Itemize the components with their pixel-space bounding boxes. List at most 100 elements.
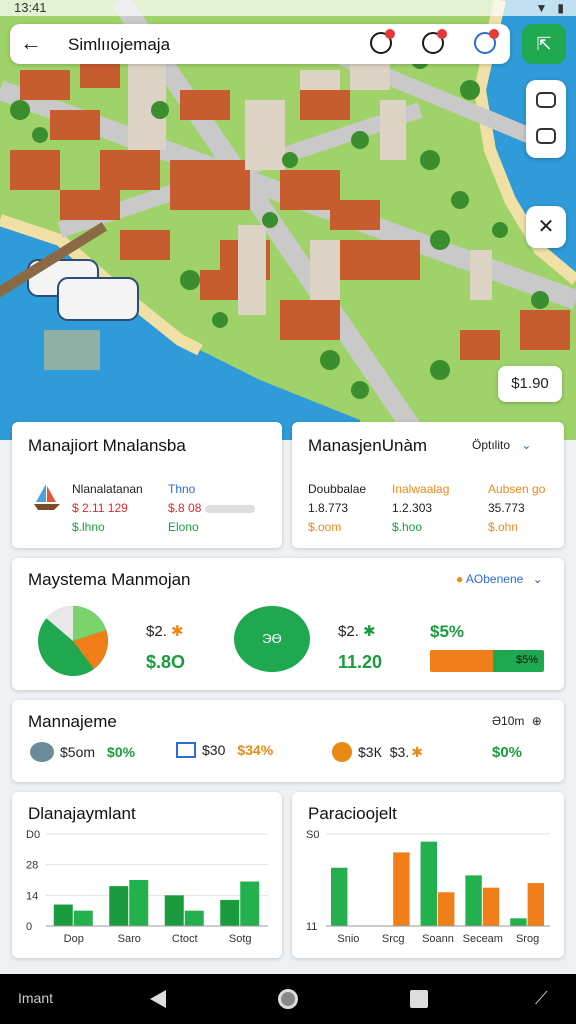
column-value: 1.8.773 xyxy=(308,501,349,515)
ring-chart: ЭӨ xyxy=(234,606,310,672)
assistant-icon[interactable]: ⟋ xyxy=(535,988,548,1009)
y-tick-label: 28 xyxy=(26,860,38,872)
bar xyxy=(393,852,410,926)
chart-title: Paracioojelt xyxy=(308,804,397,823)
bar xyxy=(240,881,260,926)
column-value: $.ohn xyxy=(488,520,519,534)
chart-card-right[interactable]: Paracioojelt 11 S0 Snio Srcg Soann Seceam Srog xyxy=(292,792,564,958)
pie-label: $2. xyxy=(146,623,167,640)
wifi-icon: ▼ xyxy=(535,1,548,15)
bar xyxy=(129,880,149,926)
bar-chart-right: 11 S0 Snio Srcg Soann Seceam Srog xyxy=(306,829,550,945)
bar xyxy=(73,910,93,926)
x-tick-label: Srcg xyxy=(382,933,405,945)
back-arrow-icon[interactable]: ← xyxy=(20,32,44,56)
price-badge[interactable]: $1.90 xyxy=(498,366,562,402)
bar xyxy=(527,883,544,926)
row-value: Thno xyxy=(168,482,196,496)
pie-chart xyxy=(36,604,110,683)
battery-icon: ▮ xyxy=(557,1,564,15)
bar xyxy=(184,910,204,926)
layers-icon[interactable] xyxy=(536,128,556,144)
card-title: Mannajeme xyxy=(28,712,117,731)
percent-value: $5% xyxy=(430,622,465,641)
card-title: Manajiort Mnalansba xyxy=(28,436,186,455)
column-header: Aubsen go xyxy=(488,482,546,496)
x-tick-label: Snio xyxy=(337,933,359,945)
x-tick-label: Seceam xyxy=(463,933,503,945)
column-header: Inalwaalag xyxy=(392,482,450,496)
close-button[interactable]: ✕ xyxy=(526,206,566,248)
bar xyxy=(53,904,73,926)
message-icon[interactable] xyxy=(536,92,556,108)
column-value: $.oom xyxy=(308,520,342,534)
close-icon: ✕ xyxy=(537,216,555,238)
bar xyxy=(220,899,240,926)
top-app-bar: ← Simlııojemaja xyxy=(10,24,510,64)
ship-icon xyxy=(30,480,64,514)
stats-card[interactable]: Mannajeme Ə10m ⊕ $5om $0% $30 $34% $3К $… xyxy=(12,700,564,782)
star-icon: ✱ xyxy=(171,623,184,640)
bar xyxy=(420,841,437,926)
ship-icon xyxy=(30,742,54,762)
bar xyxy=(482,887,500,926)
nav-recents-icon[interactable] xyxy=(410,990,428,1008)
category-icon: ● xyxy=(456,572,464,586)
management-card[interactable]: Manajiort Mnalansba Nlanalatanan $ 2.11 … xyxy=(12,422,282,548)
star-icon: ✱ xyxy=(363,623,376,640)
ring-label: ЭӨ xyxy=(262,631,282,646)
summary-card[interactable]: ManasjenUnàm Ö̈ptılito ⌄ Doubbalae 1.8.7… xyxy=(292,422,564,548)
column-value: $.hoo xyxy=(392,520,423,534)
status-time: 13:41 xyxy=(14,0,47,15)
x-tick-label: Sotg xyxy=(229,933,252,945)
system-nav-bar: Imant ⟋ xyxy=(0,974,576,1024)
column-value: 1.2.303 xyxy=(392,501,433,515)
stat-value: $3К xyxy=(358,744,382,760)
x-tick-label: Soann xyxy=(422,933,454,945)
bar xyxy=(331,867,348,926)
stat-value: $3. xyxy=(389,744,410,760)
bar xyxy=(465,875,482,926)
share-icon: ⇱ xyxy=(536,34,552,54)
chat-icon[interactable] xyxy=(422,29,447,54)
nav-home-icon[interactable] xyxy=(278,989,298,1009)
pie-value: $.8O xyxy=(146,652,186,672)
row-value: Elono xyxy=(168,520,199,534)
nav-back-icon[interactable] xyxy=(150,990,166,1008)
y-tick-label: 0 xyxy=(26,921,32,933)
stats-right-label: Ə10m xyxy=(492,714,525,728)
stat-value: $30 xyxy=(202,742,226,758)
location-icon[interactable] xyxy=(474,29,499,54)
row-amount: $.lhno xyxy=(72,520,105,534)
x-tick-label: Srog xyxy=(516,933,539,945)
row-label: Nlanalatanan xyxy=(72,482,143,496)
y-tick-label: 14 xyxy=(26,890,38,902)
progress-bar xyxy=(205,504,256,513)
notification-dot xyxy=(385,29,395,39)
stat-percent: $34% xyxy=(237,742,274,758)
notification-icon[interactable] xyxy=(370,29,395,54)
chevron-down-icon: ⌄ xyxy=(521,438,532,452)
options-dropdown[interactable]: Ö̈ptılito ⌄ xyxy=(472,438,531,452)
y-tick-label: 11 xyxy=(306,921,317,933)
column-header: Doubbalae xyxy=(308,482,367,496)
stat-value: $5om xyxy=(60,744,96,760)
stat-percent: $0% xyxy=(492,744,523,761)
dropdown-label: Ö̈ptılito xyxy=(472,438,511,452)
system-management-card[interactable]: Maystema Manmojan ● AObenene ⌄ $2. ✱ $.8… xyxy=(12,558,564,690)
category-dropdown[interactable]: ● AObenene ⌄ xyxy=(456,572,543,586)
x-tick-label: Saro xyxy=(118,933,141,945)
status-bar: 13:41 ▼ ▮ xyxy=(0,0,576,16)
y-tick-label: D0 xyxy=(26,829,40,841)
progress-bar: $5% xyxy=(430,650,544,672)
share-button[interactable]: ⇱ xyxy=(522,24,566,64)
card-title: Maystema Manmojan xyxy=(28,570,191,589)
chart-card-left[interactable]: Dlanajaymlant 0 14 28 D0 Dop Saro Ctoct Sotg xyxy=(12,792,282,958)
map-tools xyxy=(526,80,566,158)
star-icon: ✱ xyxy=(411,743,423,760)
y-tick-label: S0 xyxy=(306,829,319,841)
city-map[interactable] xyxy=(0,0,576,440)
x-tick-label: Ctoct xyxy=(172,933,198,945)
chevron-down-icon: ⌄ xyxy=(532,572,543,586)
dropdown-label: AObenene xyxy=(465,572,524,586)
